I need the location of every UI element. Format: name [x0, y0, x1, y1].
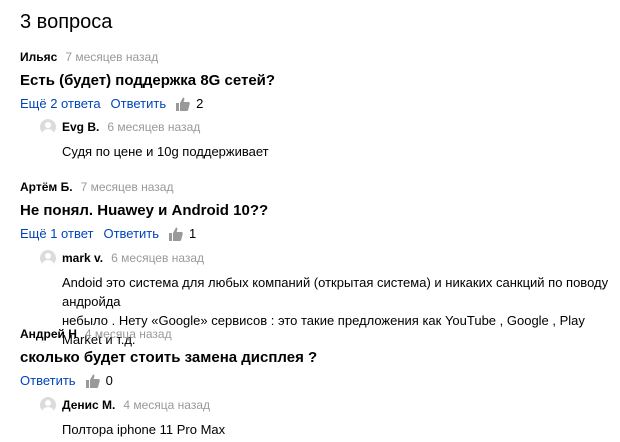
answer-time: 6 месяцев назад: [111, 250, 205, 265]
question-item: Андрей Н 4 месяца назад сколько будет сто…: [20, 327, 610, 389]
user-avatar-icon: [40, 119, 56, 135]
like-count: 0: [105, 373, 113, 388]
thumbs-up-icon[interactable]: [85, 374, 100, 388]
question-text: сколько будет стоить замена дисплея ?: [20, 349, 318, 366]
reply-link[interactable]: Ответить: [103, 226, 159, 242]
question-time: 4 месяца назад: [84, 327, 172, 341]
answer-author: mark v.: [62, 250, 104, 265]
question-author: Артём Б.: [20, 180, 73, 194]
answer-time: 6 месяцев назад: [107, 119, 201, 134]
question-text: Есть (будет) поддержка 8G сетей?: [20, 72, 276, 89]
thumbs-up-icon[interactable]: [169, 227, 183, 241]
answer-author: Денис М.: [62, 397, 116, 412]
answer-text: Полтора iphone 11 Pro Max: [62, 422, 226, 437]
answer-time: 4 месяца назад: [123, 397, 210, 412]
more-answers-link[interactable]: Ещё 2 ответа: [20, 96, 101, 112]
user-avatar-icon: [40, 397, 56, 413]
page-title: 3 вопроса: [20, 11, 113, 33]
answer-item: Денис М. 4 месяца назад Полтора iphone 11…: [40, 397, 610, 439]
answer-item: Evg B. 6 месяцев назад Судя по цене и 10g…: [40, 119, 610, 161]
reply-link[interactable]: Ответить: [20, 373, 76, 389]
question-author: Ильяс: [20, 50, 58, 64]
answer-text: Судя по цене и 10g поддерживает: [62, 144, 269, 159]
question-item: Ильяс 7 месяцев назад Есть (будет) поддер…: [20, 50, 610, 112]
answer-author: Evg B.: [62, 119, 100, 134]
user-avatar-icon: [40, 250, 56, 266]
like-count: 2: [196, 96, 204, 111]
question-text: Не понял. Huawey и Android 10??: [20, 202, 269, 219]
like-count: 1: [189, 226, 197, 241]
reply-link[interactable]: Ответить: [111, 96, 167, 112]
thumbs-up-icon[interactable]: [176, 97, 190, 111]
more-answers-link[interactable]: Ещё 1 ответ: [20, 226, 93, 242]
question-item: Артём Б. 7 месяцев назад Не понял. Huawey…: [20, 180, 610, 242]
question-author: Андрей Н: [20, 327, 77, 341]
answer-text-line: Andoid это система для любых компаний (о…: [62, 275, 609, 309]
question-time: 7 месяцев назад: [80, 180, 174, 194]
question-time: 7 месяцев назад: [65, 50, 159, 64]
